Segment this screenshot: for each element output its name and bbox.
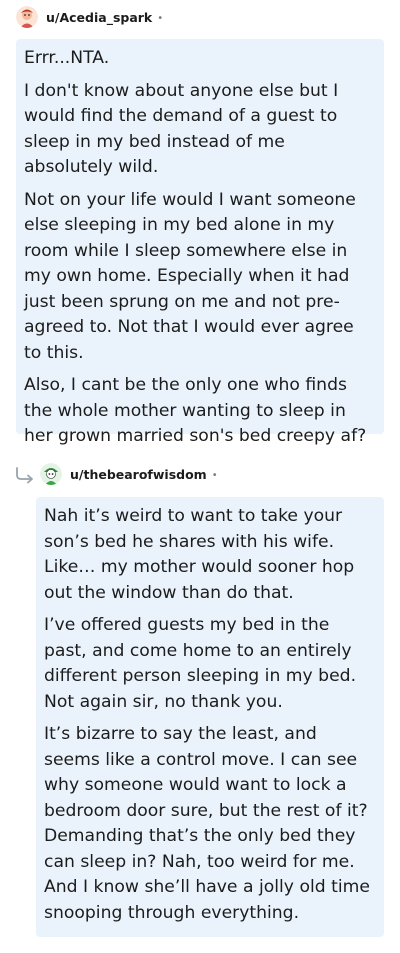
reply-paragraph: Nah it’s weird to want to take your son’…: [44, 506, 355, 603]
comment-paragraph: Also, I cant be the only one who finds t…: [24, 375, 367, 446]
separator-dot: •: [157, 12, 164, 24]
comment-body: Errr...NTA. I don't know about anyone el…: [16, 39, 384, 446]
reply-paragraph: I’ve offered guests my bed in the past, …: [44, 615, 357, 712]
reply-paragraph: It’s bizarre to say the least, and seems…: [44, 724, 370, 923]
separator-dot: •: [211, 469, 218, 481]
comment-paragraph: Errr...NTA.: [24, 48, 110, 68]
avatar-icon[interactable]: [40, 463, 62, 485]
reply-arrow-icon: [14, 464, 36, 486]
reply-header: u/thebearofwisdom •: [40, 461, 218, 487]
reply-body: Nah it’s weird to want to take your son’…: [36, 497, 384, 937]
comment-header: u/Acedia_spark •: [16, 4, 163, 30]
comment-paragraph: Not on your life would I want someone el…: [24, 189, 356, 363]
reply-username[interactable]: u/thebearofwisdom: [70, 467, 207, 482]
comment-username[interactable]: u/Acedia_spark: [46, 10, 152, 25]
comment-paragraph: I don't know about anyone else but I wou…: [24, 80, 339, 178]
avatar-icon[interactable]: [16, 6, 38, 28]
